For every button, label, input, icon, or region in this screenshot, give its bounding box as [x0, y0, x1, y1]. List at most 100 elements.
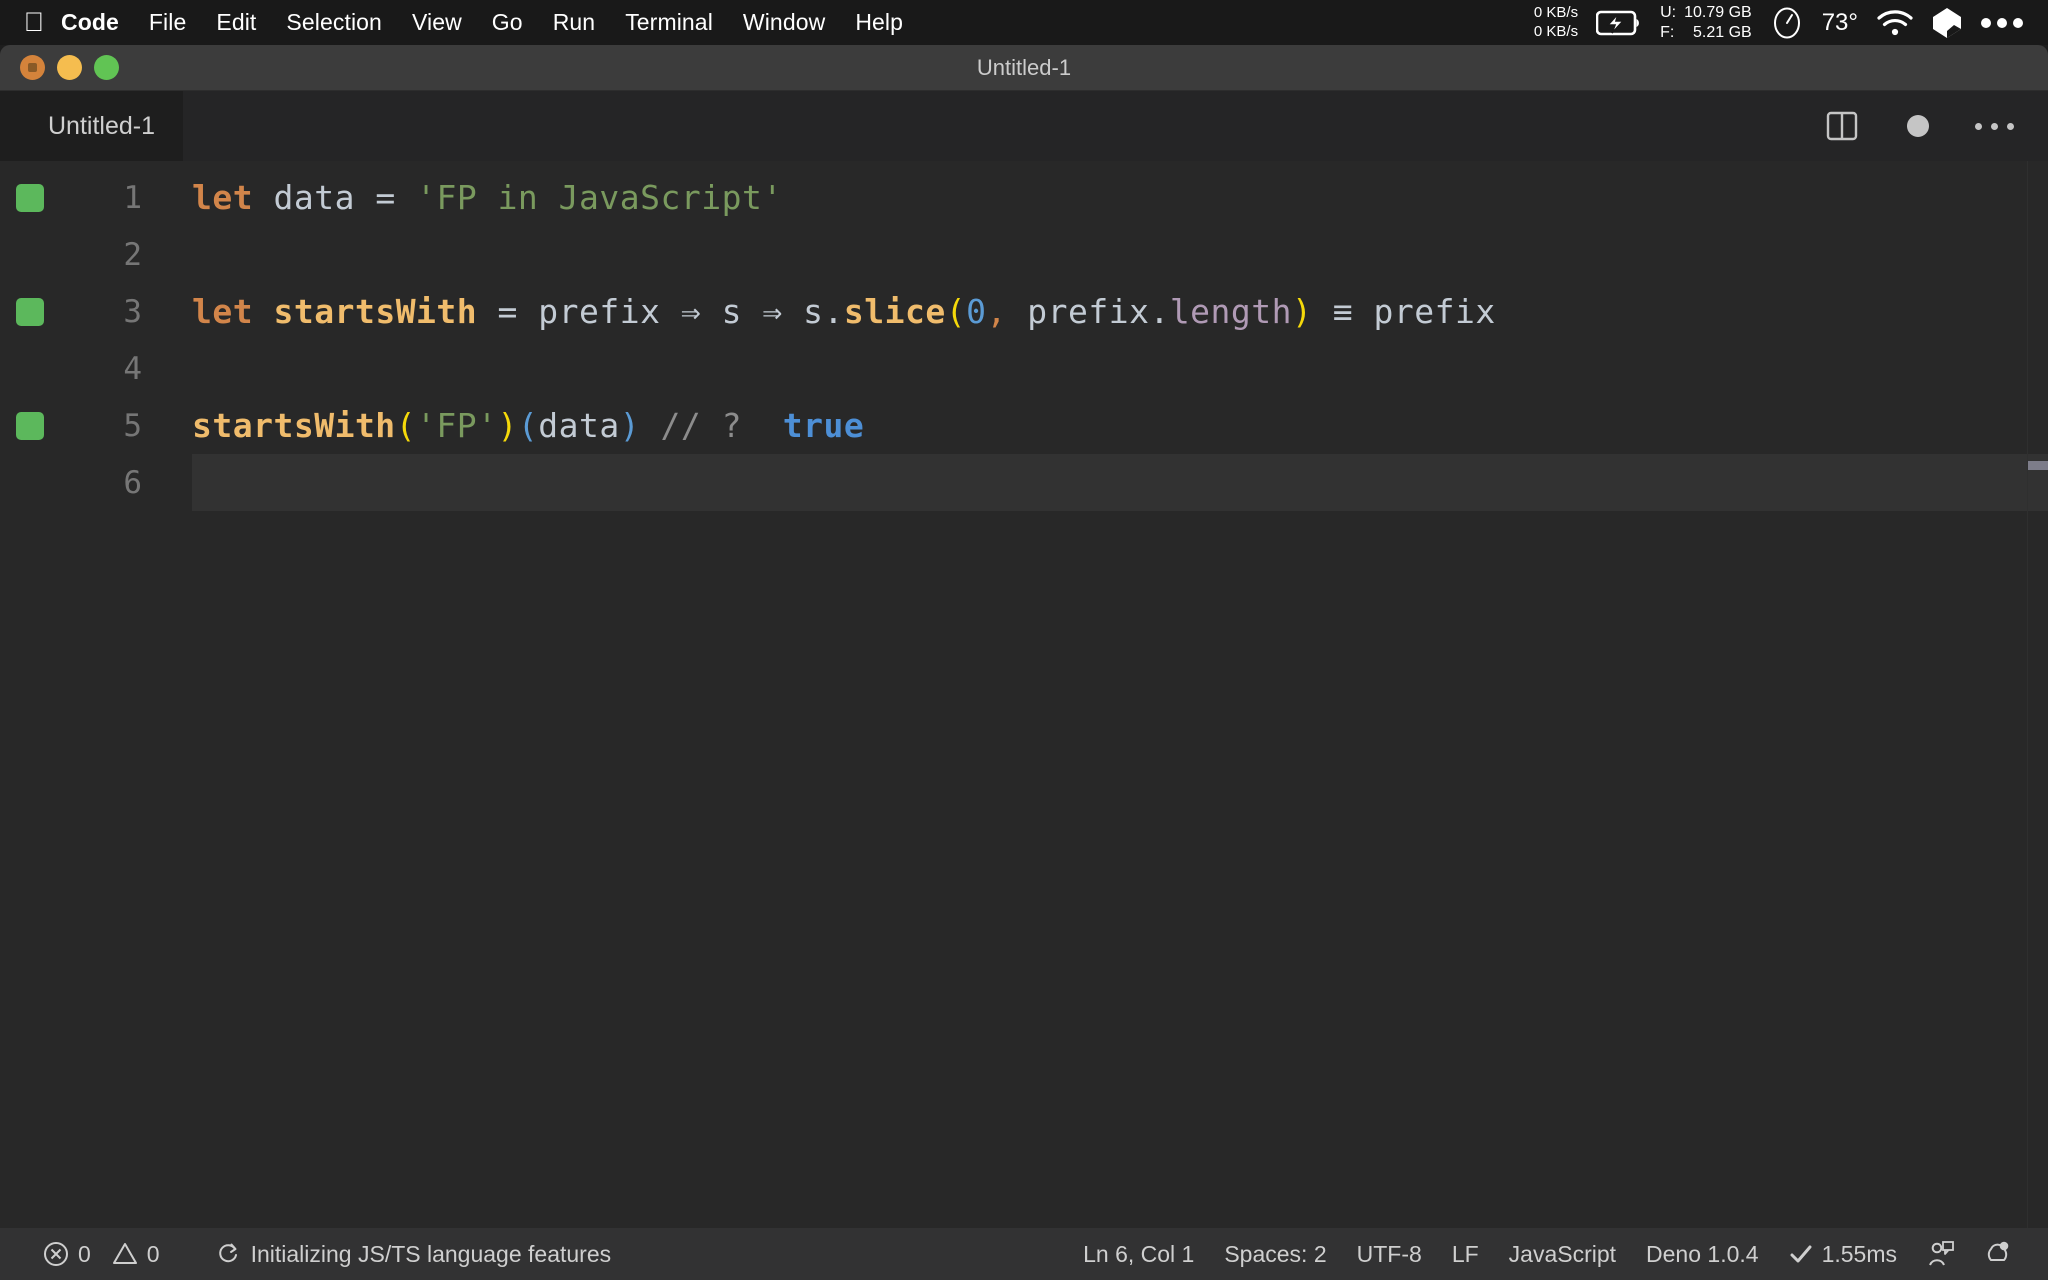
code-line-3[interactable]: 3 let startsWith = prefix ⇒ s ⇒ s.slice(0… — [0, 283, 2048, 340]
token: ) — [619, 406, 641, 445]
token: 'FP' — [416, 406, 498, 445]
status-cursor-position[interactable]: Ln 6, Col 1 — [1068, 1228, 1209, 1280]
temperature-indicator[interactable]: 73° — [1822, 9, 1858, 37]
token: // ? — [660, 406, 743, 445]
editor-scrollbar[interactable] — [2028, 161, 2048, 1228]
gutter-decoration-line-5 — [0, 411, 60, 440]
token: ⇒ — [762, 292, 783, 331]
status-notifications[interactable] — [1970, 1228, 2026, 1280]
network-upload-speed: 0 KB/s — [1533, 4, 1579, 22]
code-line-4[interactable]: 4 — [0, 340, 2048, 397]
more-actions-ellipsis-icon[interactable] — [1974, 108, 2014, 144]
token: , — [986, 292, 1007, 331]
code-line-2[interactable]: 2 — [0, 226, 2048, 283]
battery-charging-icon[interactable] — [1596, 10, 1642, 36]
cube-icon[interactable] — [1932, 7, 1962, 39]
unsaved-dot-icon[interactable] — [1900, 108, 1936, 144]
window-close-button[interactable] — [20, 55, 45, 80]
current-line-highlight — [192, 454, 2048, 511]
menu-item-window[interactable]: Window — [728, 0, 840, 45]
status-feedback[interactable] — [1912, 1228, 1970, 1280]
token: ) — [497, 406, 518, 445]
editor-tab-bar: Untitled-1 — [0, 91, 2048, 161]
window-maximize-button[interactable] — [94, 55, 119, 80]
line-number: 2 — [123, 236, 142, 273]
code-line-content[interactable]: let data = 'FP in JavaScript' — [150, 178, 783, 217]
token: slice — [843, 292, 946, 331]
status-eol[interactable]: LF — [1437, 1228, 1494, 1280]
token: 0 — [966, 292, 987, 331]
status-problems[interactable]: 0 0 — [28, 1228, 175, 1280]
menu-item-help[interactable]: Help — [840, 0, 918, 45]
line-number: 1 — [123, 179, 142, 216]
menu-bar-extras: 0 KB/s 0 KB/s U: F: 10.79 GB 5.21 GB 73° — [1534, 0, 2048, 45]
split-editor-icon[interactable] — [1824, 108, 1860, 144]
memory-free-label: F: — [1660, 23, 1675, 41]
status-language-service[interactable]: Initializing JS/TS language features — [201, 1228, 627, 1280]
wifi-icon[interactable] — [1876, 9, 1914, 37]
status-language-mode[interactable]: JavaScript — [1494, 1228, 1631, 1280]
menu-item-run[interactable]: Run — [538, 0, 611, 45]
code-line-1[interactable]: 1 let data = 'FP in JavaScript' — [0, 169, 2048, 226]
memory-free-value: 5.21 GB — [1693, 23, 1752, 41]
code-line-6[interactable]: 6 — [0, 454, 2048, 511]
coverage-indicator-icon — [16, 297, 44, 326]
status-quokka-timing[interactable]: 1.55ms — [1774, 1228, 1912, 1280]
line-number: 4 — [123, 350, 142, 387]
warning-triangle-icon — [112, 1241, 138, 1267]
token: ( — [517, 406, 539, 445]
token: prefix. — [1027, 292, 1170, 331]
window-minimize-button[interactable] — [57, 55, 82, 80]
status-bar-right: Ln 6, Col 1 Spaces: 2 UTF-8 LF JavaScrip… — [1068, 1228, 2048, 1280]
status-bar: 0 0 Initializing JS/TS language features — [0, 1228, 2048, 1280]
menu-item-code[interactable]: Code — [46, 0, 134, 45]
token: startsWith — [273, 292, 478, 331]
gutter-decoration-line-1 — [0, 183, 60, 212]
feedback-person-icon — [1927, 1240, 1955, 1268]
status-runtime[interactable]: Deno 1.0.4 — [1631, 1228, 1774, 1280]
error-circle-icon — [43, 1241, 69, 1267]
code-line-content[interactable]: startsWith('FP')(data) // ? true — [150, 406, 864, 445]
menu-item-go[interactable]: Go — [477, 0, 538, 45]
status-encoding[interactable]: UTF-8 — [1342, 1228, 1437, 1280]
network-download-speed: 0 KB/s — [1533, 22, 1579, 40]
scrollbar-thumb[interactable] — [2028, 461, 2048, 470]
token: = — [375, 178, 396, 217]
menu-item-view[interactable]: View — [397, 0, 477, 45]
menu-item-file[interactable]: File — [134, 0, 201, 45]
code-lines-container: 1 let data = 'FP in JavaScript' 2 3 let star… — [0, 161, 2048, 511]
editor-actions — [1824, 91, 2048, 161]
status-bar-left: 0 0 Initializing JS/TS language features — [0, 1228, 626, 1280]
menu-bar-items:  Code File Edit Selection View Go Run T… — [0, 0, 918, 45]
clock-icon[interactable] — [1770, 6, 1804, 40]
network-speed-indicator[interactable]: 0 KB/s 0 KB/s — [1534, 4, 1578, 41]
line-number: 6 — [123, 464, 142, 501]
window-traffic-lights — [0, 55, 119, 80]
code-line-content[interactable]: let startsWith = prefix ⇒ s ⇒ s.slice(0,… — [150, 292, 1496, 331]
status-message: Initializing JS/TS language features — [250, 1240, 612, 1267]
ellipsis-icon[interactable] — [1980, 16, 2024, 30]
menu-item-terminal[interactable]: Terminal — [610, 0, 728, 45]
memory-usage-indicator[interactable]: U: F: 10.79 GB 5.21 GB — [1660, 3, 1752, 42]
tab-untitled-1[interactable]: Untitled-1 — [0, 91, 183, 161]
apple-logo-icon[interactable]:  — [0, 0, 46, 45]
checkmark-icon — [1789, 1242, 1813, 1266]
line-number: 5 — [123, 407, 142, 444]
status-indentation[interactable]: Spaces: 2 — [1209, 1228, 1341, 1280]
token: ⇒ — [680, 292, 702, 331]
quokka-time-value: 1.55ms — [1821, 1240, 1897, 1267]
code-line-5[interactable]: 5 startsWith('FP')(data) // ? true — [0, 397, 2048, 454]
menu-item-selection[interactable]: Selection — [271, 0, 397, 45]
code-editor[interactable]: 1 let data = 'FP in JavaScript' 2 3 let star… — [0, 161, 2048, 1228]
window-titlebar: Untitled-1 — [0, 45, 2048, 91]
menu-item-edit[interactable]: Edit — [201, 0, 271, 45]
